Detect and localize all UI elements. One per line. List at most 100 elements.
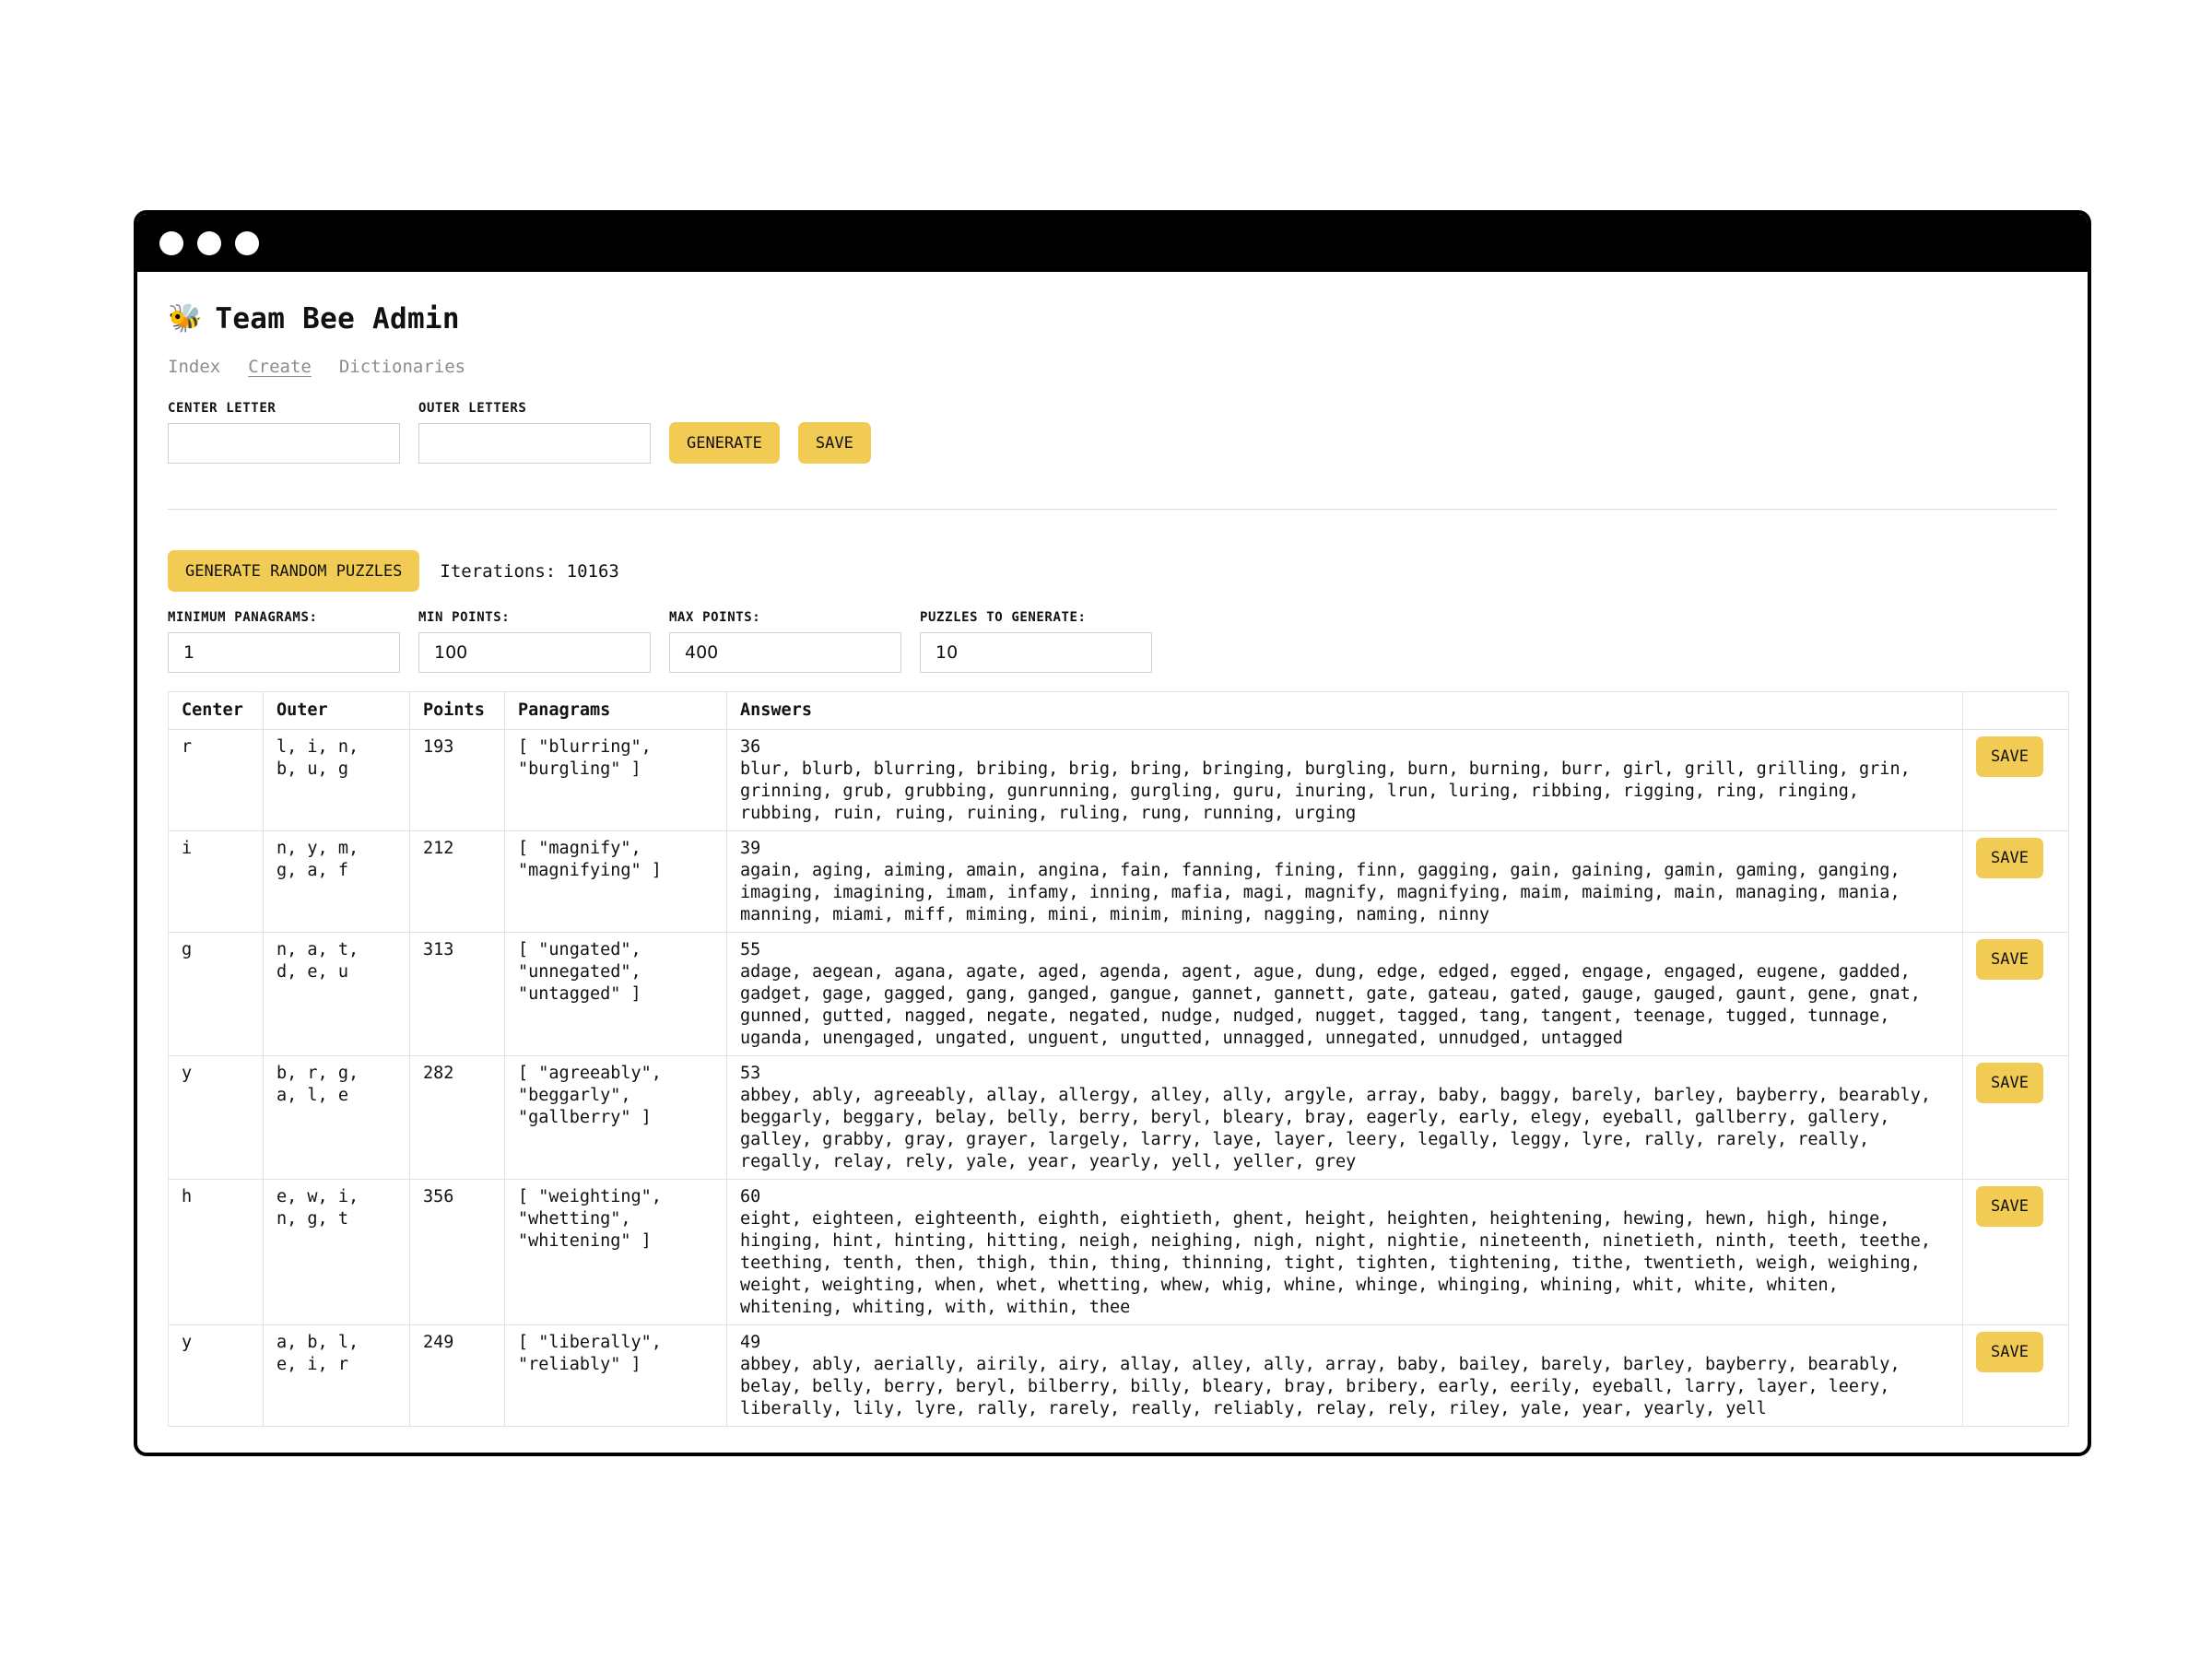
table-header-row: Center Outer Points Panagrams Answers (168, 691, 2069, 730)
table-row: y b, r, g, a, l, e 282 [ "agreeably", "b… (168, 1055, 2069, 1180)
center-letter-cell: g (168, 932, 264, 1056)
row-save-button[interactable]: SAVE (1976, 1186, 2043, 1227)
nav-link-create[interactable]: Create (248, 357, 312, 377)
row-save-button[interactable]: SAVE (1976, 1332, 2043, 1372)
column-header-panagrams: Panagrams (504, 691, 727, 730)
table-row: i n, y, m, g, a, f 212 [ "magnify", "mag… (168, 830, 2069, 933)
panagrams-cell: [ "agreeably", "beggarly", "gallberry" ] (504, 1055, 727, 1180)
page-title: Team Bee Admin (215, 302, 460, 335)
window-titlebar (137, 214, 2088, 272)
column-header-answers: Answers (726, 691, 1963, 730)
panagrams-cell: [ "ungated", "unnegated", "untagged" ] (504, 932, 727, 1056)
action-cell: SAVE (1962, 1055, 2069, 1180)
generate-random-puzzles-button[interactable]: GENERATE RANDOM PUZZLES (168, 550, 420, 592)
points-cell: 282 (409, 1055, 505, 1180)
min-panagrams-input[interactable] (168, 632, 400, 673)
center-letter-input[interactable] (168, 423, 400, 464)
answer-list: abbey, ably, agreeably, allay, allergy, … (740, 1086, 1932, 1171)
panagrams-cell: [ "liberally", "reliably" ] (504, 1324, 727, 1427)
points-cell: 313 (409, 932, 505, 1056)
row-save-button[interactable]: SAVE (1976, 939, 2043, 980)
puzzles-to-generate-field-group: PUZZLES TO GENERATE: (920, 610, 1152, 673)
row-save-button[interactable]: SAVE (1976, 838, 2043, 878)
max-points-field-group: MAX POINTS: (669, 610, 901, 673)
window-maximize-dot[interactable] (235, 230, 259, 255)
answers-cell: 60 eight, eighteen, eighteenth, eighth, … (726, 1179, 1963, 1325)
answer-count: 55 (740, 940, 761, 959)
center-letter-label: CENTER LETTER (168, 401, 276, 416)
answer-count: 49 (740, 1333, 761, 1352)
answers-cell: 39 again, aging, aiming, amain, angina, … (726, 830, 1963, 933)
table-row: y a, b, l, e, i, r 249 [ "liberally", "r… (168, 1324, 2069, 1427)
table-row: h e, w, i, n, g, t 356 [ "weighting", "w… (168, 1179, 2069, 1325)
row-save-button[interactable]: SAVE (1976, 736, 2043, 777)
panagrams-cell: [ "blurring", "burgling" ] (504, 729, 727, 831)
max-points-input[interactable] (669, 632, 901, 673)
create-puzzle-form: CENTER LETTER OUTER LETTERS GENERATE SAV… (168, 401, 2057, 464)
browser-window: 🐝 Team Bee Admin Index Create Dictionari… (134, 210, 2091, 1456)
answer-count: 53 (740, 1064, 761, 1083)
column-header-points: Points (409, 691, 505, 730)
random-puzzle-controls: GENERATE RANDOM PUZZLES Iterations: 1016… (168, 550, 2057, 592)
answers-cell: 55 adage, aegean, agana, agate, aged, ag… (726, 932, 1963, 1056)
answer-list: blur, blurb, blurring, bribing, brig, br… (740, 759, 1911, 823)
section-divider (168, 509, 2057, 510)
outer-letters-cell: n, y, m, g, a, f (263, 830, 410, 933)
table-row: g n, a, t, d, e, u 313 [ "ungated", "unn… (168, 932, 2069, 1056)
answers-cell: 49 abbey, ably, aerially, airily, airy, … (726, 1324, 1963, 1427)
outer-letters-cell: e, w, i, n, g, t (263, 1179, 410, 1325)
iterations-counter: Iterations: 10163 (440, 560, 619, 582)
min-panagrams-label: MINIMUM PANAGRAMS: (168, 610, 318, 625)
nav-link-dictionaries[interactable]: Dictionaries (339, 357, 465, 377)
table-row: r l, i, n, b, u, g 193 [ "blurring", "bu… (168, 729, 2069, 831)
answer-list: adage, aegean, agana, agate, aged, agend… (740, 962, 1921, 1048)
outer-letters-cell: l, i, n, b, u, g (263, 729, 410, 831)
outer-letters-cell: n, a, t, d, e, u (263, 932, 410, 1056)
outer-letters-label: OUTER LETTERS (418, 401, 527, 416)
outer-letters-cell: b, r, g, a, l, e (263, 1055, 410, 1180)
column-header-action (1962, 691, 2069, 730)
action-cell: SAVE (1962, 1324, 2069, 1427)
answer-count: 36 (740, 737, 761, 757)
outer-letters-input[interactable] (418, 423, 651, 464)
app-header: 🐝 Team Bee Admin (168, 296, 2057, 342)
min-points-field-group: MIN POINTS: (418, 610, 651, 673)
puzzles-to-generate-input[interactable] (920, 632, 1152, 673)
random-filters: MINIMUM PANAGRAMS: MIN POINTS: MAX POINT… (168, 610, 2057, 673)
points-cell: 212 (409, 830, 505, 933)
answers-cell: 53 abbey, ably, agreeably, allay, allerg… (726, 1055, 1963, 1180)
column-header-outer: Outer (263, 691, 410, 730)
action-cell: SAVE (1962, 830, 2069, 933)
window-minimize-dot[interactable] (197, 230, 221, 255)
action-cell: SAVE (1962, 729, 2069, 831)
main-nav: Index Create Dictionaries (168, 357, 2057, 377)
answer-count: 60 (740, 1187, 761, 1206)
column-header-center: Center (168, 691, 264, 730)
answer-list: eight, eighteen, eighteenth, eighth, eig… (740, 1209, 1932, 1317)
window-close-dot[interactable] (159, 230, 183, 255)
action-cell: SAVE (1962, 1179, 2069, 1325)
answer-list: abbey, ably, aerially, airily, airy, all… (740, 1355, 1900, 1418)
answer-list: again, aging, aiming, amain, angina, fai… (740, 861, 1900, 924)
min-points-input[interactable] (418, 632, 651, 673)
center-letter-cell: i (168, 830, 264, 933)
center-letter-cell: r (168, 729, 264, 831)
answer-count: 39 (740, 839, 761, 858)
bee-icon: 🐝 (168, 302, 203, 335)
page-content: 🐝 Team Bee Admin Index Create Dictionari… (137, 296, 2088, 1427)
outer-letters-field-group: OUTER LETTERS (418, 401, 651, 464)
points-cell: 356 (409, 1179, 505, 1325)
points-cell: 193 (409, 729, 505, 831)
row-save-button[interactable]: SAVE (1976, 1063, 2043, 1103)
center-letter-cell: h (168, 1179, 264, 1325)
center-letter-cell: y (168, 1324, 264, 1427)
puzzles-to-generate-label: PUZZLES TO GENERATE: (920, 610, 1087, 625)
nav-link-index[interactable]: Index (168, 357, 220, 377)
center-letter-field-group: CENTER LETTER (168, 401, 400, 464)
max-points-label: MAX POINTS: (669, 610, 761, 625)
points-cell: 249 (409, 1324, 505, 1427)
outer-letters-cell: a, b, l, e, i, r (263, 1324, 410, 1427)
generate-button[interactable]: GENERATE (669, 422, 780, 464)
save-button[interactable]: SAVE (797, 422, 871, 464)
puzzles-table: Center Outer Points Panagrams Answers r … (168, 691, 2069, 1427)
